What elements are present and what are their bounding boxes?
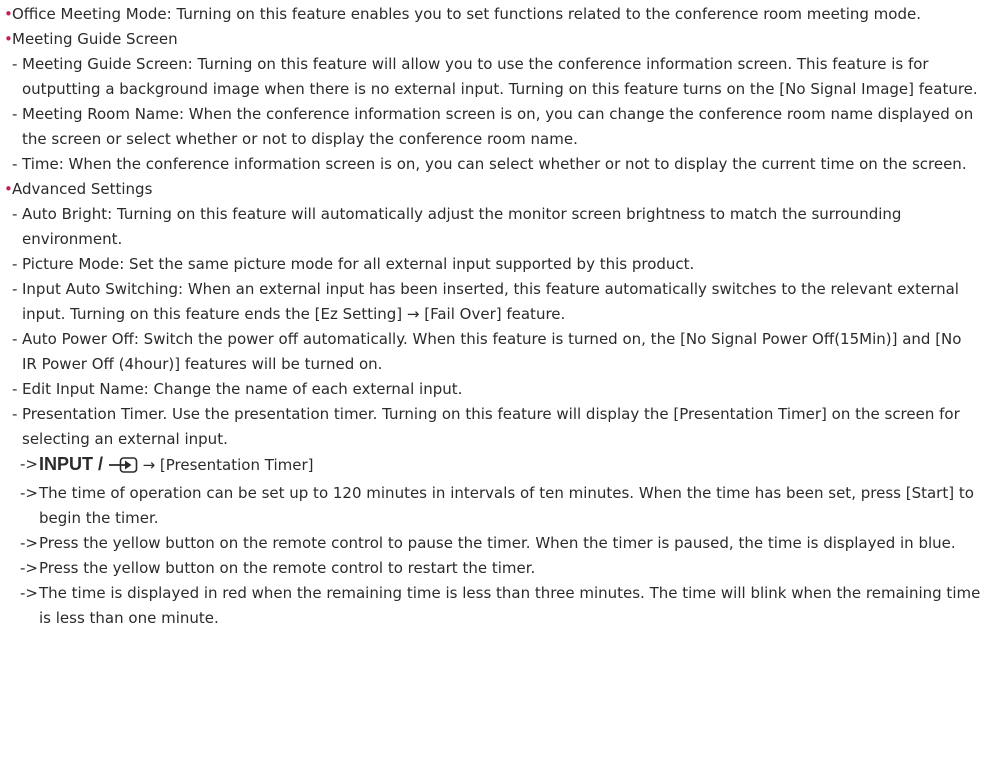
arrow-mark: -> — [20, 584, 38, 602]
sub-text: Auto Power Off: Switch the power off aut… — [22, 330, 962, 373]
sub-text: Presentation Timer. Use the presentation… — [22, 405, 960, 448]
bullet-dot: • — [4, 180, 13, 198]
sub-dash: - — [12, 330, 18, 348]
sub-text: Edit Input Name: Change the name of each… — [22, 380, 463, 398]
sub-item-input-auto-switching: - Input Auto Switching: When an external… — [0, 277, 981, 327]
bullet-dot: • — [4, 30, 13, 48]
bullet-meeting-guide-screen: • Meeting Guide Screen — [0, 27, 981, 52]
timer-note: -> The time is displayed in red when the… — [0, 581, 981, 631]
sub-dash: - — [12, 205, 18, 223]
sub-dash: - — [12, 380, 18, 398]
sub-text: Meeting Room Name: When the conference i… — [22, 105, 974, 148]
bullet-office-meeting-mode: • Office Meeting Mode: Turning on this f… — [0, 2, 981, 27]
sub-dash: - — [12, 255, 18, 273]
timer-note: -> The time of operation can be set up t… — [0, 481, 981, 531]
sub-dash: - — [12, 280, 18, 298]
bullet-text: Meeting Guide Screen — [12, 30, 178, 48]
sub-dash: - — [12, 155, 18, 173]
timer-note-text: The time of operation can be set up to 1… — [39, 484, 974, 527]
sub-item-meeting-guide-screen: - Meeting Guide Screen: Turning on this … — [0, 52, 981, 102]
arrow-mark: -> — [20, 484, 38, 502]
sub-text: Time: When the conference information sc… — [22, 155, 967, 173]
sub-dash: - — [12, 105, 18, 123]
bullet-text: Advanced Settings — [12, 180, 153, 198]
bullet-advanced-settings: • Advanced Settings — [0, 177, 981, 202]
input-source-icon — [108, 456, 138, 481]
arrow-mark: -> — [20, 534, 38, 552]
timer-nav-line: -> INPUT / → [Presentation Timer] — [0, 452, 981, 481]
sub-text: Auto Bright: Turning on this feature wil… — [22, 205, 902, 248]
sub-dash: - — [12, 55, 18, 73]
sub-item-presentation-timer: - Presentation Timer. Use the presentati… — [0, 402, 981, 452]
sub-item-meeting-room-name: - Meeting Room Name: When the conference… — [0, 102, 981, 152]
sub-item-picture-mode: - Picture Mode: Set the same picture mod… — [0, 252, 981, 277]
input-key-label: INPUT / — [39, 454, 104, 474]
timer-note-text: Press the yellow button on the remote co… — [39, 559, 536, 577]
timer-nav-target: → [Presentation Timer] — [142, 456, 314, 474]
sub-item-edit-input-name: - Edit Input Name: Change the name of ea… — [0, 377, 981, 402]
bullet-dot: • — [4, 5, 13, 23]
sub-text: Meeting Guide Screen: Turning on this fe… — [22, 55, 978, 98]
sub-item-time: - Time: When the conference information … — [0, 152, 981, 177]
bullet-text: Office Meeting Mode: Turning on this fea… — [12, 5, 921, 23]
sub-item-auto-bright: - Auto Bright: Turning on this feature w… — [0, 202, 981, 252]
sub-dash: - — [12, 405, 18, 423]
arrow-mark: -> — [20, 455, 38, 473]
timer-note: -> Press the yellow button on the remote… — [0, 556, 981, 581]
sub-text: Picture Mode: Set the same picture mode … — [22, 255, 695, 273]
timer-note-text: Press the yellow button on the remote co… — [39, 534, 956, 552]
sub-item-auto-power-off: - Auto Power Off: Switch the power off a… — [0, 327, 981, 377]
sub-text: Input Auto Switching: When an external i… — [22, 280, 959, 323]
arrow-mark: -> — [20, 559, 38, 577]
timer-note-text: The time is displayed in red when the re… — [39, 584, 981, 627]
timer-note: -> Press the yellow button on the remote… — [0, 531, 981, 556]
manual-page: • Office Meeting Mode: Turning on this f… — [0, 0, 981, 777]
